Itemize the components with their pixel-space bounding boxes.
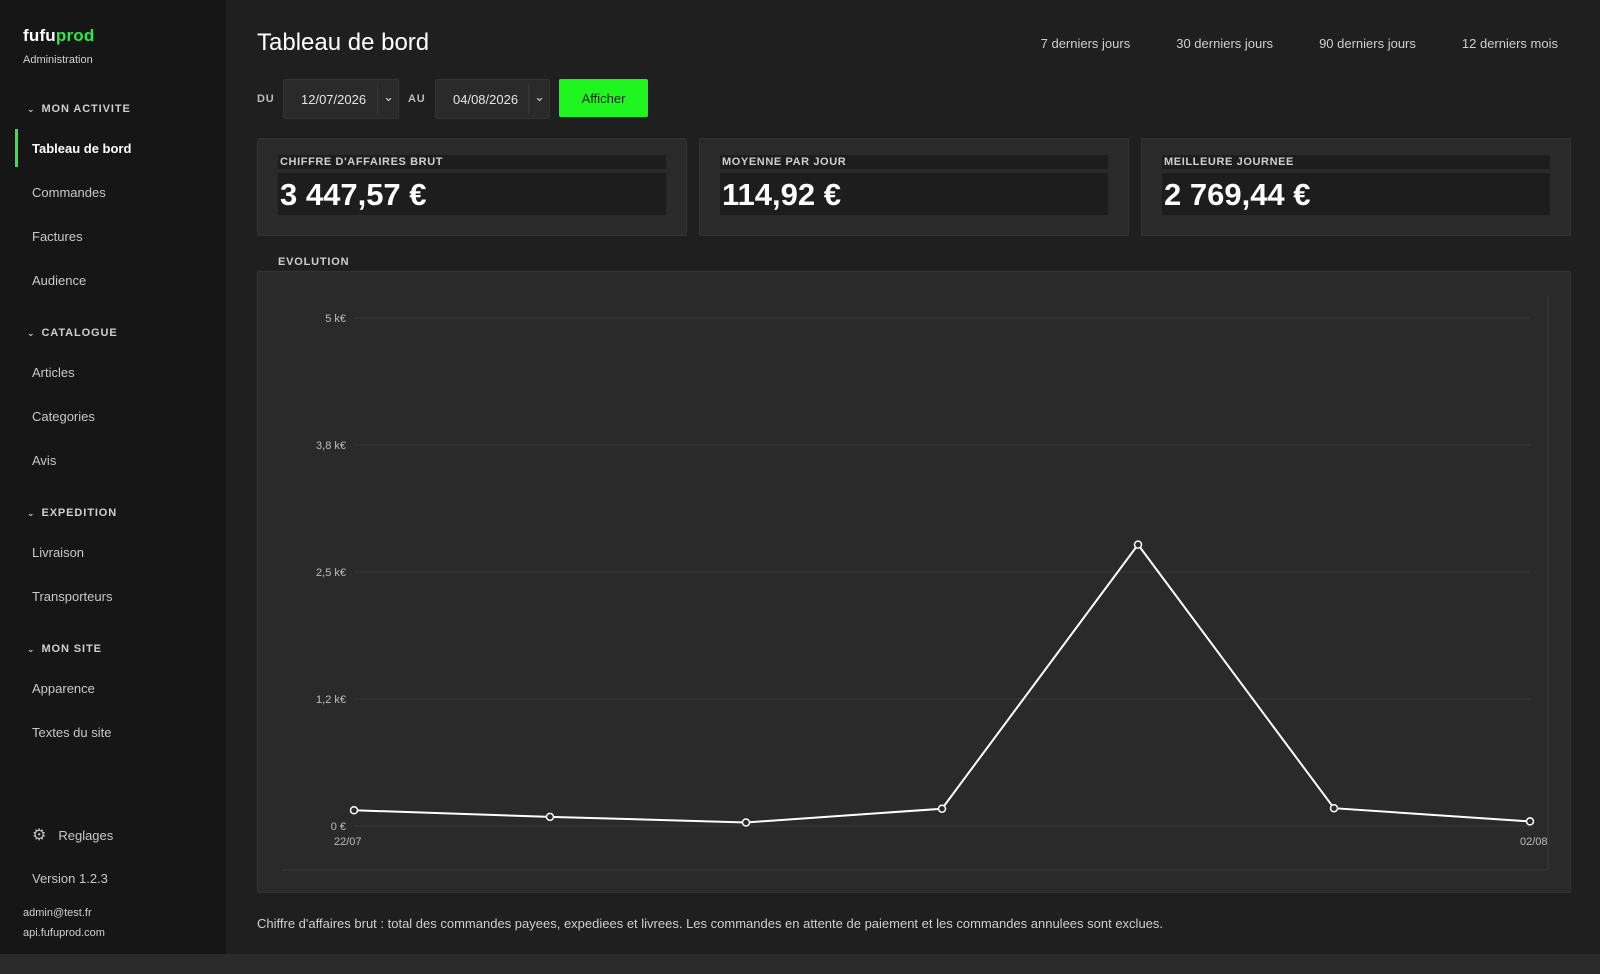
- afficher-button[interactable]: Afficher: [559, 79, 648, 117]
- kpi-label: MOYENNE PAR JOUR: [720, 155, 1108, 169]
- x-tick-label: 02/08: [1520, 836, 1548, 848]
- app-root: fufuprod Administration ⌄ MON ACTIVITE T…: [0, 0, 1600, 974]
- kpi-value: 3 447,57 €: [278, 173, 666, 215]
- section-title: EXPEDITION: [41, 507, 118, 519]
- section-title: MON SITE: [41, 643, 102, 655]
- sidebar-item-categories[interactable]: Categories: [32, 409, 95, 424]
- kpi-label: CHIFFRE D'AFFAIRES BRUT: [278, 155, 666, 169]
- bottom-scrollbar[interactable]: [0, 954, 1600, 974]
- sidebar-item-commandes[interactable]: Commandes: [32, 185, 106, 200]
- active-indicator: [15, 129, 18, 167]
- series-line: [353, 542, 1531, 824]
- data-point: [545, 812, 555, 822]
- y-tick-label: 5 k€: [325, 313, 346, 325]
- gear-icon: ⚙: [32, 827, 47, 844]
- user-email: admin@test.fr: [23, 907, 92, 919]
- page-title: Tableau de bord: [257, 29, 430, 56]
- sidebar-item-articles[interactable]: Articles: [32, 365, 75, 380]
- kpi-label: MEILLEURE JOURNEE: [1162, 155, 1550, 169]
- brand-logo[interactable]: fufuprod: [23, 26, 94, 46]
- y-tick-label: 1,2 k€: [316, 694, 346, 706]
- chevron-down-icon: ⌄: [383, 89, 394, 104]
- section-expedition[interactable]: ⌄ EXPEDITION: [27, 507, 117, 519]
- evolution-label: EVOLUTION: [278, 256, 350, 268]
- sidebar-item-avis[interactable]: Avis: [32, 453, 56, 468]
- data-point: [741, 818, 751, 827]
- sidebar-item-livraison[interactable]: Livraison: [32, 545, 84, 560]
- section-title: MON ACTIVITE: [41, 103, 131, 115]
- period-presets: 7 derniers jours 30 derniers jours 90 de…: [1041, 36, 1558, 51]
- kpi-value: 2 769,44 €: [1162, 173, 1550, 215]
- data-point: [1525, 817, 1535, 826]
- to-label: AU: [408, 93, 426, 105]
- footnote: Chiffre d'affaires brut : total des comm…: [257, 916, 1164, 931]
- sidebar-item-audience[interactable]: Audience: [32, 273, 86, 288]
- preset-12-months[interactable]: 12 derniers mois: [1462, 36, 1558, 51]
- data-point: [349, 806, 359, 815]
- chevron-down-icon: ⌄: [27, 643, 36, 654]
- data-point: [1133, 540, 1143, 549]
- sidebar: fufuprod Administration ⌄ MON ACTIVITE T…: [0, 0, 226, 954]
- from-date-value: 12/07/2026: [301, 92, 367, 107]
- brand-name-part1: fufu: [23, 26, 56, 45]
- sidebar-item-apparence[interactable]: Apparence: [32, 681, 95, 696]
- chevron-down-icon: ⌄: [27, 103, 36, 114]
- preset-90-days[interactable]: 90 derniers jours: [1319, 36, 1416, 51]
- evolution-chart-panel: 0 € 1,2 k€ 2,5 k€ 3,8 k€ 5 k€ 22/07 02/08: [257, 271, 1571, 893]
- sidebar-item-tableau-de-bord[interactable]: Tableau de bord: [32, 141, 131, 156]
- select-separator: [528, 84, 529, 114]
- kpi-card-revenue: CHIFFRE D'AFFAIRES BRUT 3 447,57 €: [257, 138, 687, 236]
- account-info: admin@test.fr api.fufuprod.com: [23, 903, 105, 943]
- evolution-chart: 0 € 1,2 k€ 2,5 k€ 3,8 k€ 5 k€ 22/07 02/08: [282, 296, 1549, 871]
- section-mon-activite[interactable]: ⌄ MON ACTIVITE: [27, 103, 131, 115]
- settings-link[interactable]: ⚙ Reglages: [32, 825, 113, 845]
- kpi-card-average: MOYENNE PAR JOUR 114,92 €: [699, 138, 1129, 236]
- sidebar-item-factures[interactable]: Factures: [32, 229, 83, 244]
- settings-label: Reglages: [58, 827, 114, 843]
- version-label: Version 1.2.3: [32, 871, 108, 886]
- preset-30-days[interactable]: 30 derniers jours: [1176, 36, 1273, 51]
- y-tick-label: 2,5 k€: [316, 567, 346, 579]
- from-label: DU: [257, 93, 275, 105]
- chevron-down-icon: ⌄: [27, 327, 36, 338]
- sidebar-item-transporteurs[interactable]: Transporteurs: [32, 589, 112, 604]
- from-date-select[interactable]: 12/07/2026 ⌄: [283, 79, 399, 119]
- to-date-value: 04/08/2026: [453, 92, 519, 107]
- kpi-value: 114,92 €: [720, 173, 1108, 215]
- brand-name-part2: prod: [55, 26, 95, 45]
- data-point: [937, 804, 947, 813]
- section-title: CATALOGUE: [41, 327, 118, 339]
- y-tick-label: 3,8 k€: [316, 440, 346, 452]
- brand-subtitle: Administration: [23, 54, 93, 66]
- section-catalogue[interactable]: ⌄ CATALOGUE: [27, 327, 118, 339]
- preset-7-days[interactable]: 7 derniers jours: [1041, 36, 1131, 51]
- chevron-down-icon: ⌄: [534, 89, 545, 104]
- to-date-select[interactable]: 04/08/2026 ⌄: [435, 79, 550, 119]
- api-host: api.fufuprod.com: [23, 927, 105, 939]
- y-tick-label: 0 €: [331, 821, 346, 833]
- chevron-down-icon: ⌄: [27, 507, 36, 518]
- data-point: [1329, 803, 1339, 813]
- kpi-card-best-day: MEILLEURE JOURNEE 2 769,44 €: [1141, 138, 1571, 236]
- x-tick-label: 22/07: [334, 836, 362, 848]
- section-mon-site[interactable]: ⌄ MON SITE: [27, 643, 102, 655]
- select-separator: [377, 84, 378, 114]
- sidebar-item-textes-du-site[interactable]: Textes du site: [32, 725, 112, 740]
